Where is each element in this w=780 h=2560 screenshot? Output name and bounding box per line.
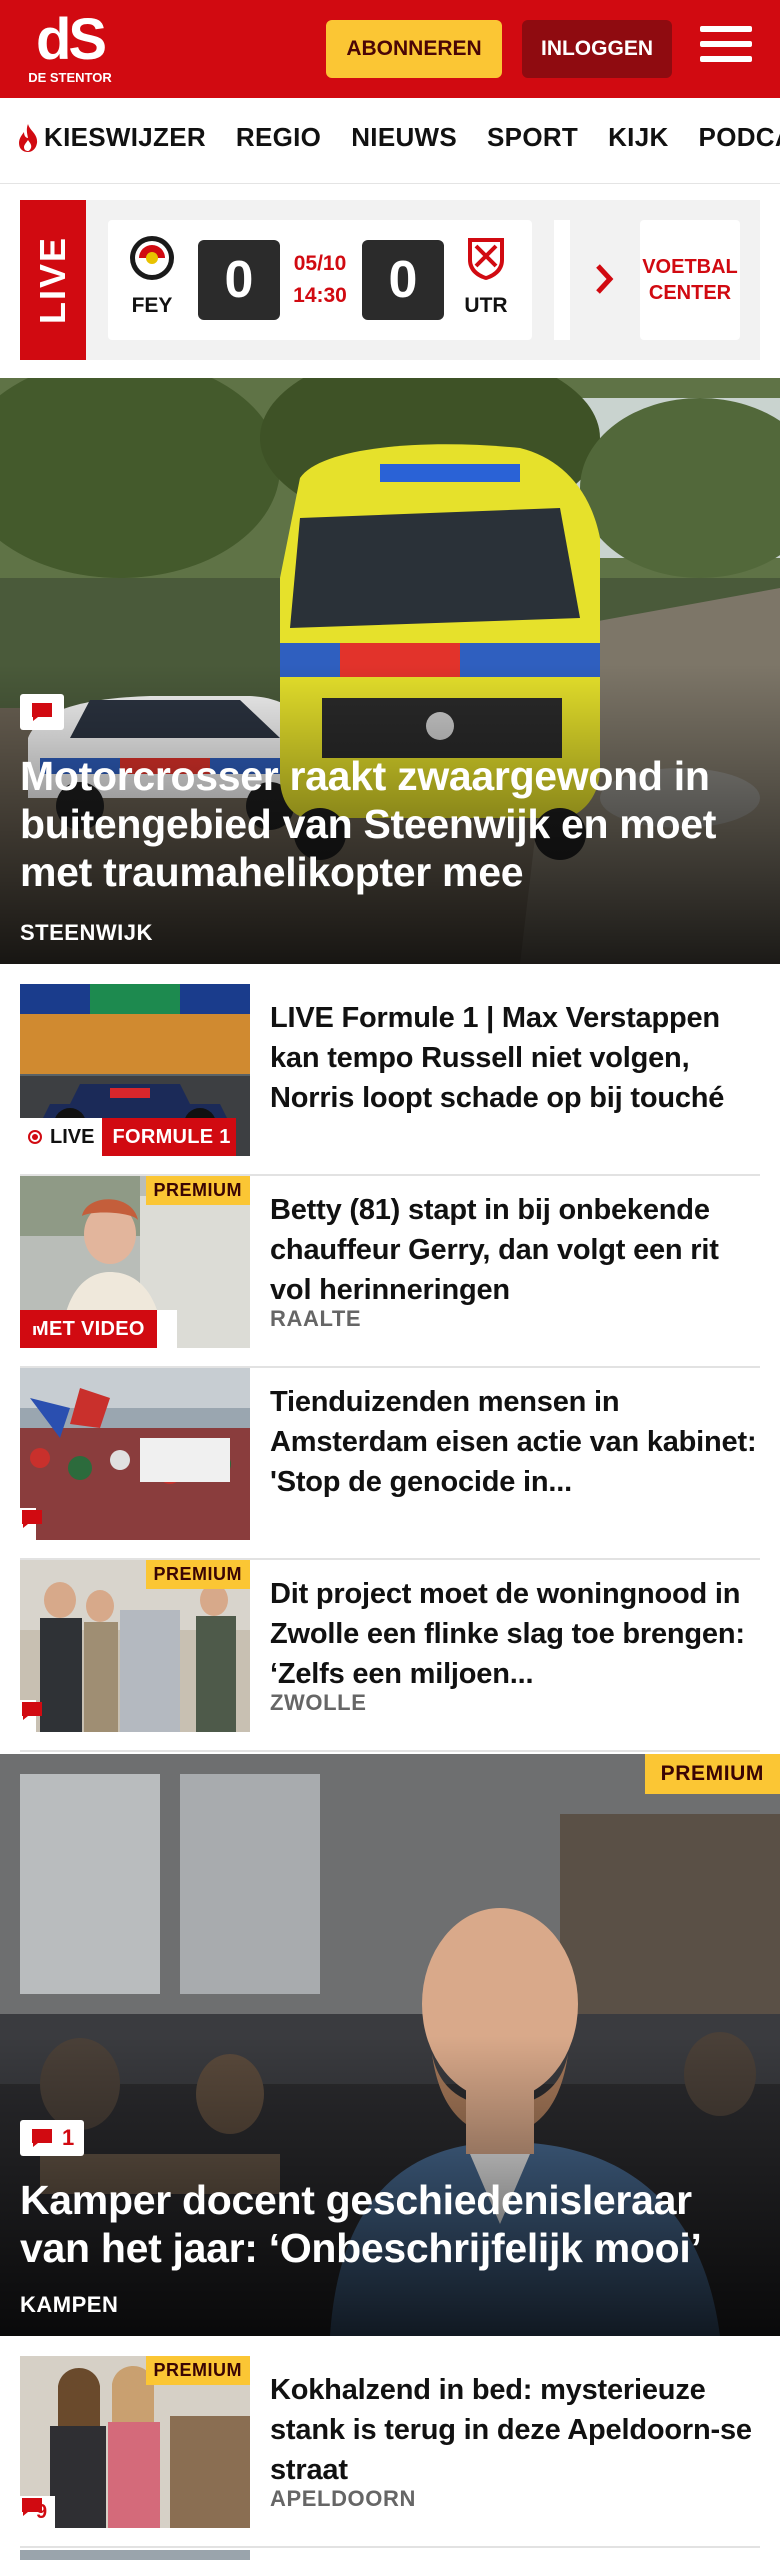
site-logo[interactable]: dS DE STENTOR	[28, 7, 112, 88]
list-item[interactable]: PREMIUM 9 Kokhalzend in bed: mysterieuze…	[20, 2356, 760, 2548]
article-headline[interactable]: Betty (81) stapt in bij onbekende chauff…	[270, 1190, 760, 1310]
comment-icon	[22, 1510, 42, 1528]
comment-icon	[22, 2498, 42, 2516]
nav-item-kijk[interactable]: KIJK	[608, 122, 668, 153]
list-item[interactable]: PREMIUM MET VIDEO Betty (81) stapt in bi…	[20, 1176, 760, 1368]
hero-article[interactable]: PREMIUM 1 Kamper docent geschiedenislera…	[0, 1754, 780, 2336]
feyenoord-crest-icon	[130, 236, 174, 280]
article-thumbnail	[20, 1368, 250, 1540]
login-button[interactable]: INLOGGEN	[522, 20, 672, 78]
article-thumbnail: LIVE FORMULE 1	[20, 984, 250, 1156]
article-thumbnail: PREMIUM 9	[20, 2356, 250, 2528]
nav-item-kieswijzer[interactable]: KIESWIJZER	[16, 122, 206, 153]
nav-item-nieuws[interactable]: NIEUWS	[351, 122, 457, 153]
hero-headline[interactable]: Kamper docent geschiedenisleraar van het…	[20, 2176, 750, 2272]
match-datetime: 05/10 14:30	[282, 248, 358, 312]
match-card[interactable]: FEY 0 05/10 14:30 0 UTR	[108, 220, 532, 340]
comment-badge: 9	[20, 2496, 56, 2528]
hero-article[interactable]: Motorcrosser raakt zwaargewond in buiten…	[0, 378, 780, 964]
nav-item-regio[interactable]: REGIO	[236, 122, 321, 153]
comment-badge	[20, 1700, 42, 1732]
comment-icon	[32, 703, 52, 721]
home-team: FEY	[120, 234, 184, 318]
article-headline[interactable]: LIVE Formule 1 | Max Verstappen kan temp…	[270, 998, 760, 1118]
article-thumbnail: PREMIUM	[20, 1560, 250, 1732]
article-headline[interactable]: Dit project moet de woningnood in Zwolle…	[270, 1574, 760, 1694]
premium-badge: PREMIUM	[644, 1754, 780, 1794]
list-item[interactable]: LIVE FORMULE 1 LIVE Formule 1 | Max Vers…	[20, 984, 760, 1176]
article-headline[interactable]: Kokhalzend in bed: mysterieuze stank is …	[270, 2370, 760, 2490]
hero-headline[interactable]: Motorcrosser raakt zwaargewond in buiten…	[20, 752, 750, 896]
list-item[interactable]: PREMIUM Dit project moet de woningnood i…	[20, 1560, 760, 1752]
next-match-card[interactable]	[554, 220, 570, 340]
home-score: 0	[198, 240, 280, 320]
chevron-right-icon[interactable]	[590, 254, 620, 304]
home-team-name: FEY	[131, 294, 173, 317]
away-team-name: UTR	[464, 294, 508, 317]
live-dot-icon	[28, 1130, 42, 1144]
hamburger-menu-icon[interactable]	[700, 26, 752, 72]
main-navigation: KIESWIJZER REGIO NIEUWS SPORT KIJK PODCA…	[0, 98, 780, 184]
live-label: LIVE	[20, 1118, 103, 1156]
next-article-thumbnail	[20, 2550, 250, 2560]
live-tag: LIVE	[20, 200, 86, 360]
article-location: ZWOLLE	[270, 1690, 367, 1715]
category-label: FORMULE 1	[102, 1118, 237, 1156]
nav-item-sport[interactable]: SPORT	[487, 122, 578, 153]
nav-item-podcasts[interactable]: PODCASTS	[699, 122, 780, 153]
article-headline[interactable]: Tienduizenden mensen in Amsterdam eisen …	[270, 1382, 760, 1502]
premium-badge: PREMIUM	[145, 1560, 250, 1589]
logo-subtitle: DE STENTOR	[28, 70, 112, 85]
video-strip: MET VIDEO	[20, 1310, 177, 1348]
flame-icon	[19, 123, 38, 152]
comment-icon	[22, 1312, 42, 1330]
article-location: RAALTE	[270, 1306, 362, 1331]
live-score-widget: LIVE FEY 0 05/10 14:30 0 UTR VOETBAL CEN…	[20, 200, 760, 360]
away-score: 0	[362, 240, 444, 320]
protest-crowd-photo	[20, 1368, 250, 1540]
voetbal-center-link[interactable]: VOETBAL CENTER	[640, 220, 740, 340]
comment-badge	[20, 1508, 42, 1540]
comment-badge	[20, 694, 64, 730]
comment-count: 1	[62, 2125, 75, 2150]
hero-location: STEENWIJK	[20, 920, 153, 945]
match-date: 05/10	[293, 252, 347, 275]
away-team: UTR	[454, 234, 518, 318]
comment-icon	[32, 2129, 52, 2147]
article-thumbnail: PREMIUM MET VIDEO	[20, 1176, 250, 1348]
comment-icon	[22, 1702, 42, 1720]
article-location: APELDOORN	[270, 2486, 416, 2511]
hero-location: KAMPEN	[20, 2292, 119, 2317]
logo-mark: dS	[35, 7, 107, 72]
fc-utrecht-crest-icon	[468, 238, 504, 280]
premium-badge: PREMIUM	[145, 1176, 250, 1205]
nav-label: KIESWIJZER	[44, 122, 206, 152]
live-category-strip: LIVE FORMULE 1	[20, 1118, 237, 1156]
comment-badge	[22, 1310, 177, 1348]
match-time: 14:30	[293, 284, 347, 307]
premium-badge: PREMIUM	[145, 2356, 250, 2385]
site-header: dS DE STENTOR ABONNEREN INLOGGEN	[0, 0, 780, 98]
list-item[interactable]: Tienduizenden mensen in Amsterdam eisen …	[20, 1368, 760, 1560]
subscribe-button[interactable]: ABONNEREN	[326, 20, 502, 78]
comment-badge: 1	[20, 2120, 85, 2156]
